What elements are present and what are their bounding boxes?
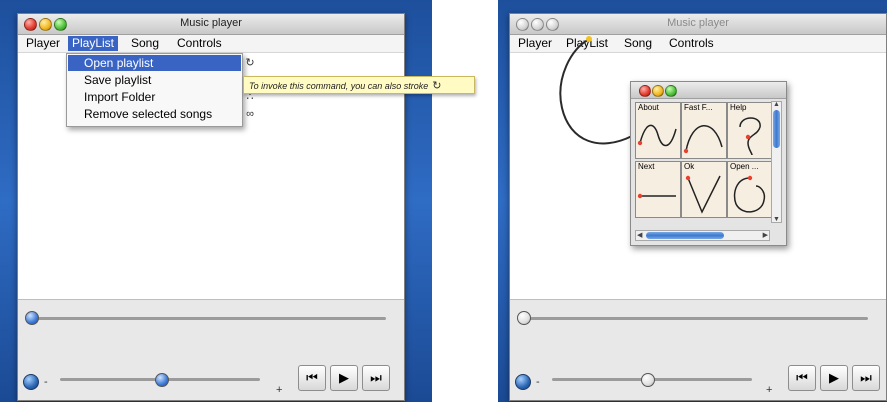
gesture-label: About bbox=[638, 103, 659, 112]
gesture-label: Ok bbox=[684, 162, 695, 171]
horizontal-scroll-thumb[interactable] bbox=[646, 232, 724, 239]
gesture-label: Next bbox=[638, 162, 655, 171]
scroll-left-icon[interactable]: ◀ bbox=[637, 231, 642, 239]
gesture-label: Fast F... bbox=[684, 103, 713, 112]
horizontal-line-gesture-icon bbox=[637, 193, 676, 199]
gesture-label: Open ... bbox=[730, 162, 759, 171]
horizontal-scrollbar[interactable]: ◀ ▶ bbox=[635, 230, 770, 241]
gesture-cell-open[interactable]: Open ... bbox=[727, 161, 773, 218]
circle-gesture-icon bbox=[733, 175, 766, 213]
gesture-cell-ok[interactable]: Ok bbox=[681, 161, 727, 218]
gesture-cell-about[interactable]: About bbox=[635, 102, 681, 159]
palette-title-bar[interactable] bbox=[631, 82, 786, 99]
arc-gesture-icon bbox=[683, 125, 723, 154]
scroll-down-icon[interactable]: ▼ bbox=[773, 216, 780, 223]
scroll-up-icon[interactable]: ▲ bbox=[773, 101, 780, 108]
minimize-icon[interactable] bbox=[652, 85, 664, 97]
vertical-scrollbar[interactable]: ▲ ▼ bbox=[771, 101, 782, 223]
vertical-scroll-thumb[interactable] bbox=[773, 110, 780, 148]
gesture-palette-window: About Fast F... Help Next Ok Open ... ▲ … bbox=[630, 81, 787, 246]
close-icon[interactable] bbox=[639, 85, 651, 97]
zoom-icon[interactable] bbox=[665, 85, 677, 97]
stroke-start-dot bbox=[586, 36, 592, 42]
scroll-right-icon[interactable]: ▶ bbox=[763, 231, 768, 239]
gesture-cell-next[interactable]: Next bbox=[635, 161, 681, 218]
gesture-cell-help[interactable]: Help bbox=[727, 102, 773, 159]
question-gesture-icon bbox=[739, 117, 761, 156]
check-gesture-icon bbox=[685, 175, 721, 214]
gesture-label: Help bbox=[730, 103, 747, 112]
gesture-cell-fast-forward[interactable]: Fast F... bbox=[681, 102, 727, 159]
wave-gesture-icon bbox=[637, 124, 677, 147]
